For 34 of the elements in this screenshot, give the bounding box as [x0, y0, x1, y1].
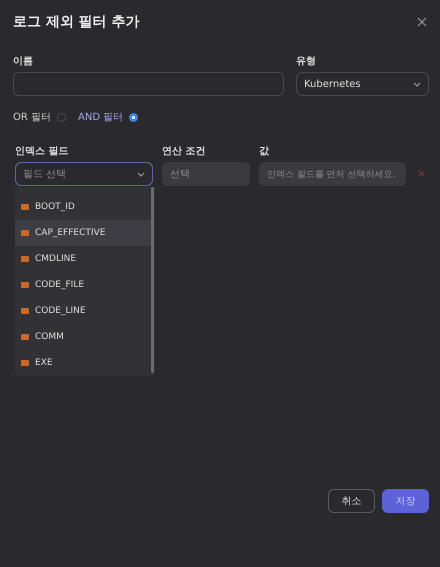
tag-icon: [21, 334, 29, 340]
close-icon: [417, 17, 427, 27]
dropdown-option[interactable]: CODE_LINE: [15, 298, 151, 324]
chevron-down-icon: [137, 172, 145, 176]
close-button[interactable]: [415, 15, 429, 29]
field-label: 인덱스 필드: [15, 145, 70, 157]
dropdown-option[interactable]: CODE_FILE: [15, 272, 151, 298]
select-value: Kubernetes: [304, 78, 361, 90]
radio-button[interactable]: [129, 112, 138, 122]
dropdown-option[interactable]: CAP_EFFECTIVE: [15, 220, 151, 246]
tag-icon: [21, 230, 29, 236]
cancel-button[interactable]: 취소: [328, 489, 375, 513]
field-label: 유형: [296, 55, 317, 67]
field-label: 값: [259, 145, 270, 157]
close-icon: [418, 170, 425, 177]
tag-icon: [21, 308, 29, 314]
dropdown-option[interactable]: COMM: [15, 324, 151, 350]
dropdown-option[interactable]: EXE: [15, 350, 151, 376]
dropdown-option[interactable]: BOOT_ID: [15, 194, 151, 220]
dialog-title: 로그 제외 필터 추가: [13, 13, 140, 31]
radio-option[interactable]: AND 필터: [78, 110, 138, 124]
tag-icon: [21, 360, 29, 366]
radio-button[interactable]: [57, 112, 66, 122]
dropdown-option[interactable]: CMDLINE: [15, 246, 151, 272]
chevron-down-icon: [413, 82, 421, 86]
radio-option[interactable]: OR 필터: [13, 110, 66, 124]
field-label: 이름: [13, 55, 34, 67]
type-select[interactable]: Kubernetes: [296, 72, 429, 96]
field-label: 연산 조건: [162, 145, 206, 157]
tag-icon: [21, 204, 29, 210]
scrollbar[interactable]: [151, 187, 154, 373]
tag-icon: [21, 256, 29, 262]
index-field-select[interactable]: 필드 선택: [15, 162, 153, 186]
tag-icon: [21, 282, 29, 288]
